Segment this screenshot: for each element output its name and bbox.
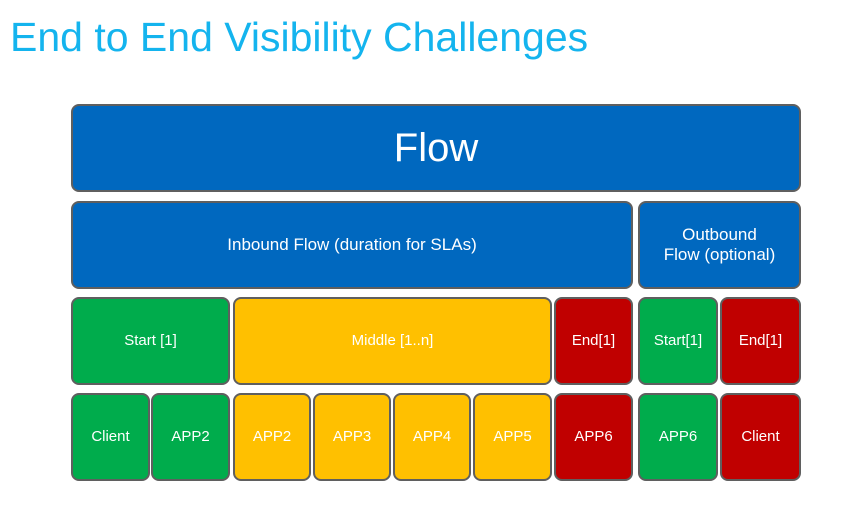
outbound-flow-label-line2: Flow (optional): [663, 245, 776, 264]
app-box: Client: [720, 393, 801, 481]
inbound-flow-label: Inbound Flow (duration for SLAs): [227, 235, 477, 255]
app-box: APP2: [151, 393, 230, 481]
app-label: APP6: [574, 428, 613, 446]
app-box: APP4: [393, 393, 471, 481]
inbound-flow-box: Inbound Flow (duration for SLAs): [71, 201, 633, 289]
outbound-flow-label-line1: Outbound: [682, 225, 757, 245]
inbound-start-label: Start [1]: [124, 332, 177, 350]
inbound-start-phase: Start [1]: [71, 297, 230, 385]
app-label: APP2: [171, 428, 210, 446]
app-label: APP6: [658, 428, 698, 446]
app-box: Client: [71, 393, 150, 481]
app-box: APP6: [638, 393, 718, 481]
app-box: APP5: [473, 393, 552, 481]
app-box: APP2: [233, 393, 311, 481]
flow-label: Flow: [393, 126, 479, 170]
outbound-end-label: End[1]: [738, 332, 783, 350]
inbound-end-label: End[1]: [571, 332, 616, 350]
app-label: APP2: [252, 428, 292, 446]
outbound-end-phase: End[1]: [720, 297, 801, 385]
app-label: Client: [91, 428, 130, 446]
flow-box: Flow: [71, 104, 801, 192]
app-label: APP5: [493, 428, 532, 446]
app-label: APP4: [412, 428, 452, 446]
app-box: APP3: [313, 393, 391, 481]
app-label: Client: [741, 428, 780, 446]
outbound-start-phase: Start[1]: [638, 297, 718, 385]
inbound-end-phase: End[1]: [554, 297, 633, 385]
page-title: End to End Visibility Challenges: [10, 14, 589, 60]
outbound-start-label: Start[1]: [653, 332, 703, 350]
app-label: APP3: [332, 428, 372, 446]
inbound-middle-phase: Middle [1..n]: [233, 297, 552, 385]
app-box: APP6: [554, 393, 633, 481]
inbound-middle-label: Middle [1..n]: [351, 332, 434, 350]
outbound-flow-box: Outbound Flow (optional): [638, 201, 801, 289]
